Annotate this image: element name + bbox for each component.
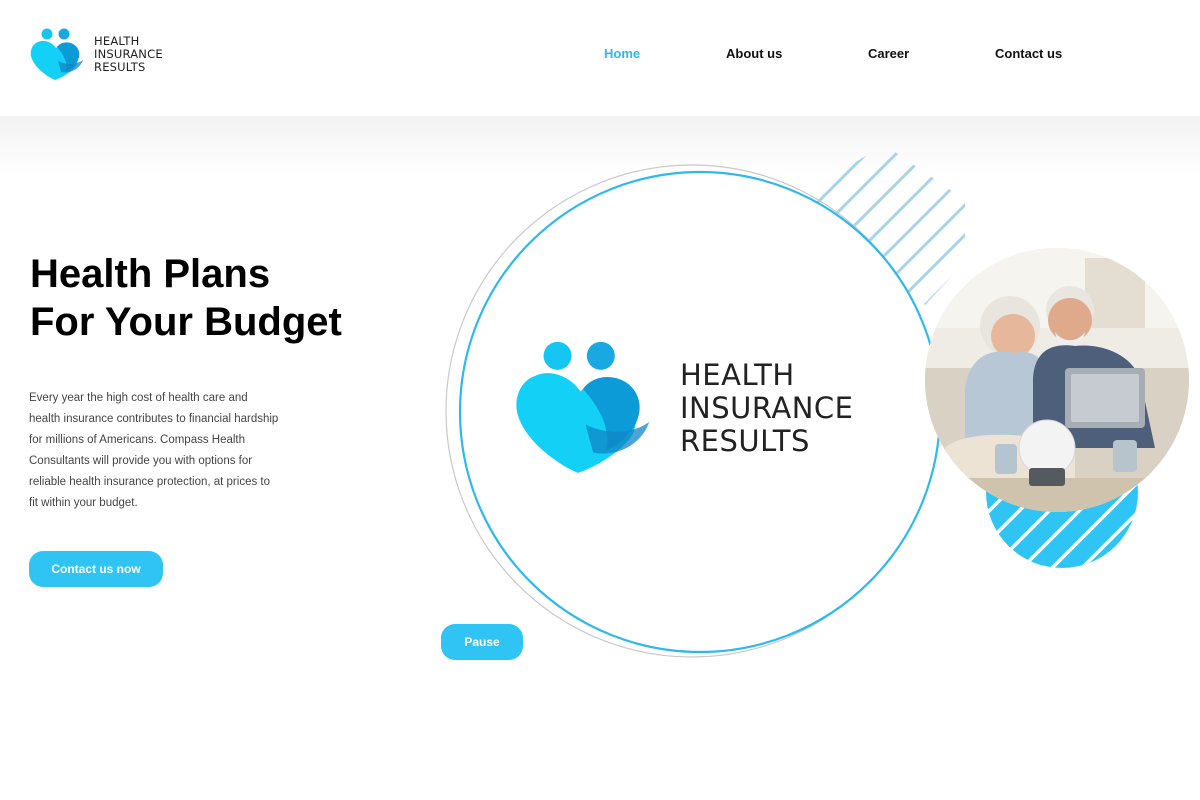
heart-people-logo-icon <box>516 341 650 473</box>
senior-couple-photo <box>925 248 1189 512</box>
center-brand-line3: RESULTS <box>680 423 810 458</box>
center-brand-wordmark: HEALTH INSURANCE RESULTS <box>680 357 854 458</box>
contact-us-now-button[interactable]: Contact us now <box>29 551 163 587</box>
center-brand-logo: HEALTH INSURANCE RESULTS <box>508 338 853 478</box>
nav-contact-us[interactable]: Contact us <box>995 46 1062 61</box>
header-shadow-band <box>0 116 1200 176</box>
hero-description: Every year the high cost of health care … <box>29 392 279 509</box>
hero-title: Health Plans For Your Budget <box>30 250 342 346</box>
center-brand-line2: INSURANCE <box>680 390 854 425</box>
site-header: HEALTH INSURANCE RESULTS Home About us C… <box>0 0 1200 116</box>
nav-home[interactable]: Home <box>604 46 640 61</box>
nav-about-us[interactable]: About us <box>726 46 782 61</box>
hero-title-line2: For Your Budget <box>30 300 342 344</box>
nav-career[interactable]: Career <box>868 46 909 61</box>
slider-pause-button[interactable]: Pause <box>441 624 523 660</box>
main-nav: Home About us Career Contact us <box>0 46 1200 66</box>
center-brand-line1: HEALTH <box>680 357 795 392</box>
senior-couple-laptop-photo <box>925 248 1189 512</box>
hero-title-line1: Health Plans <box>30 252 271 296</box>
